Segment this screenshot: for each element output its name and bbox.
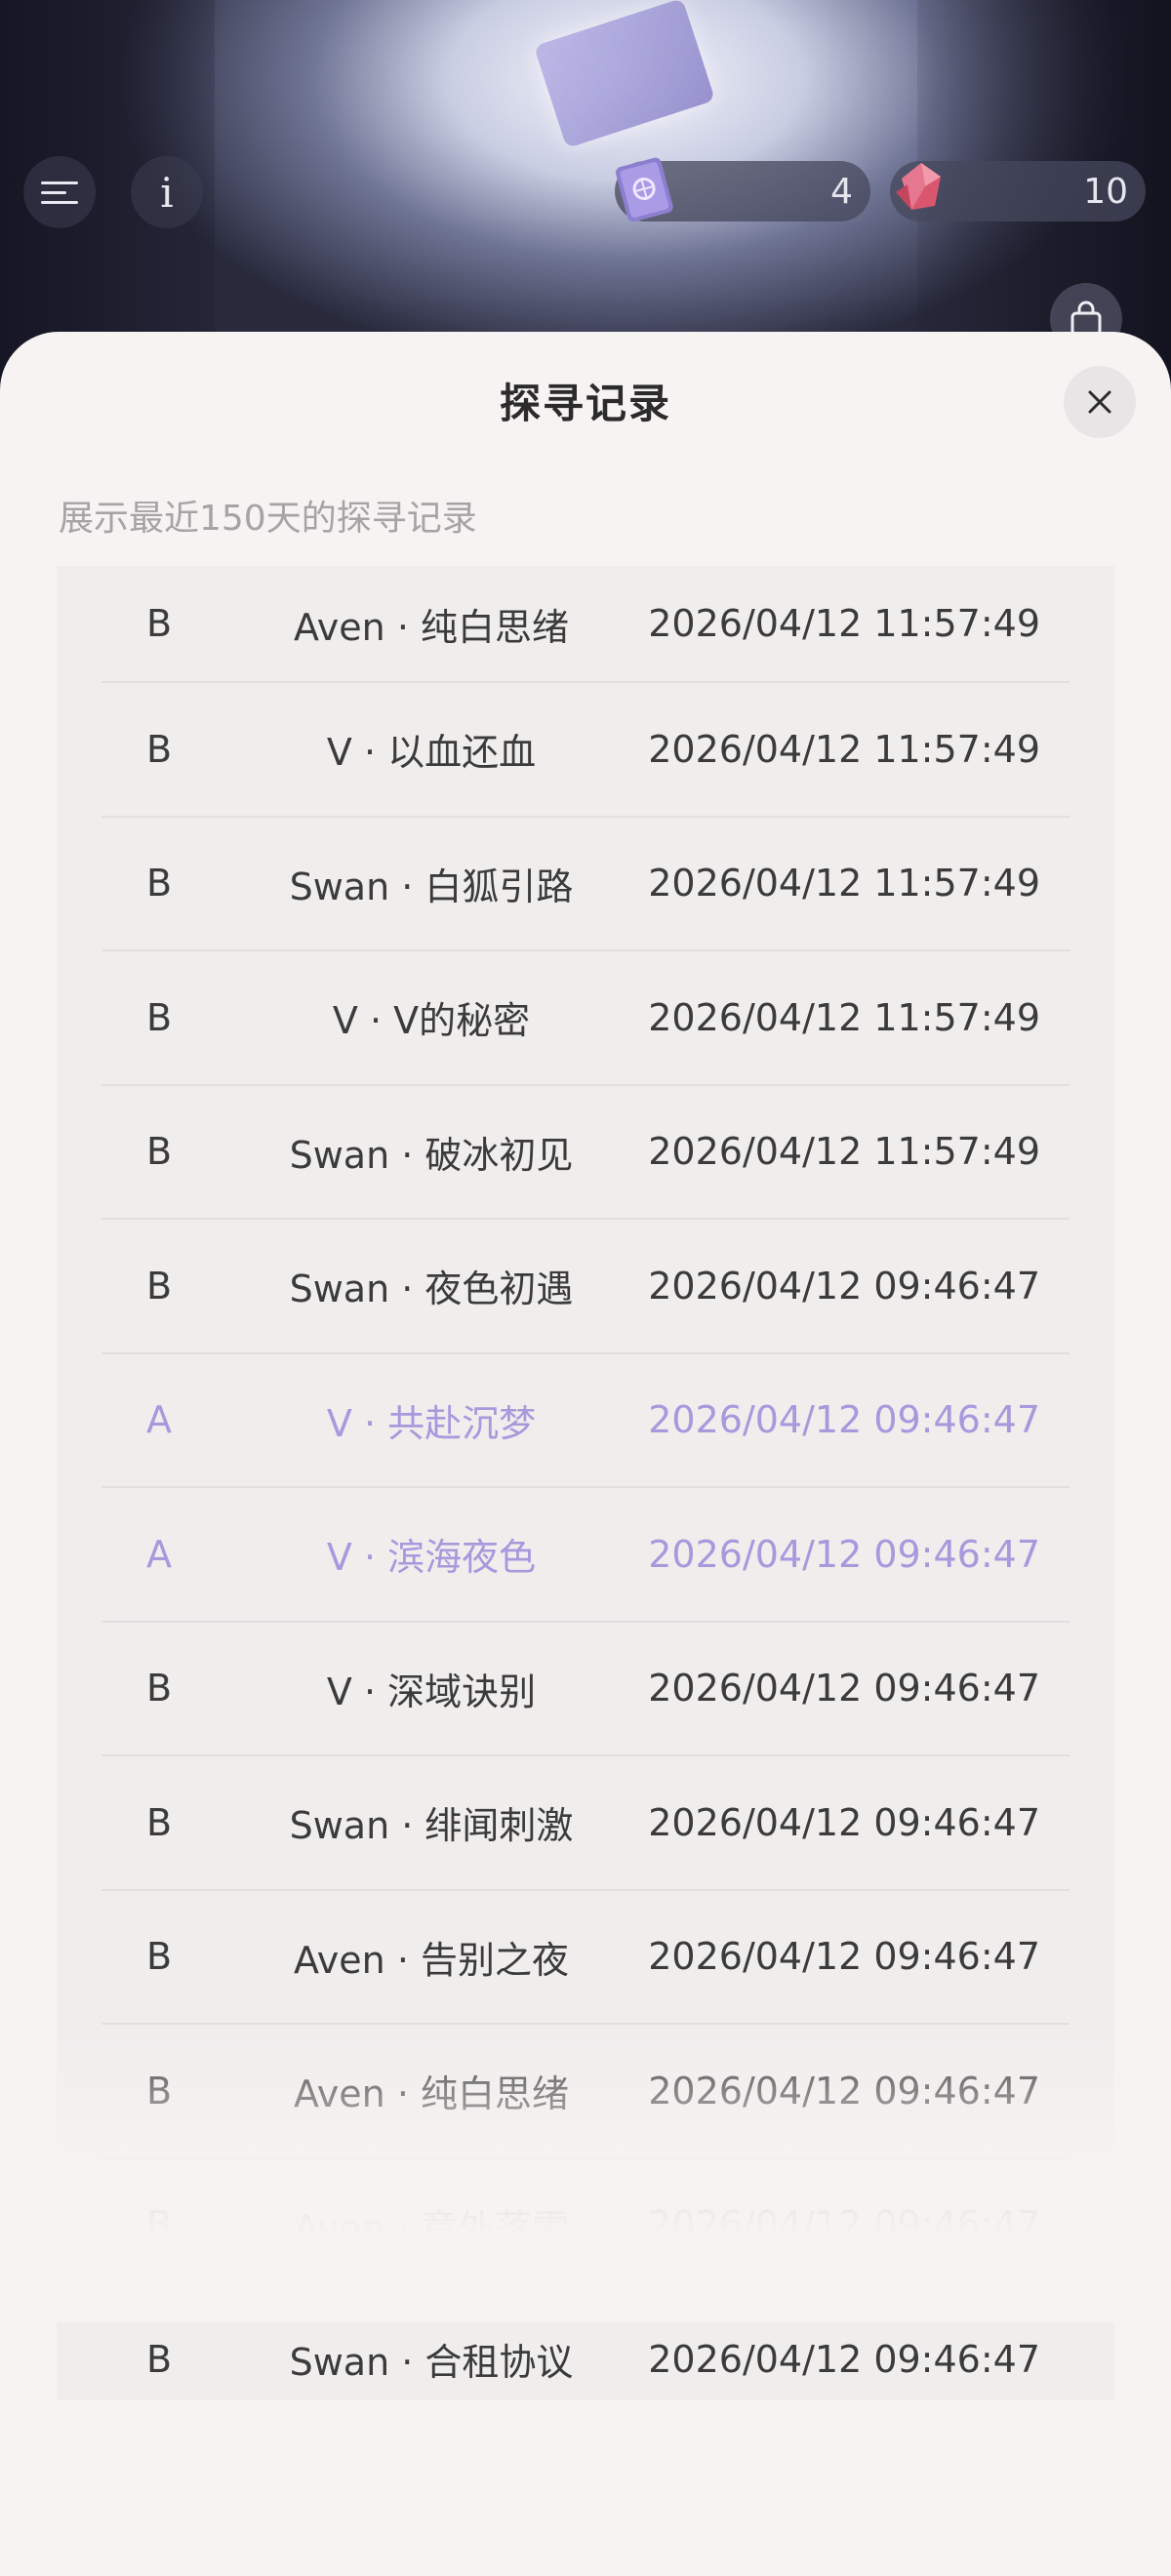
record-grade: B bbox=[145, 1935, 173, 1979]
record-row: B Swan · 绯闻刺激 2026/04/12 09:46:47 bbox=[101, 1756, 1070, 1891]
record-name: V · V的秘密 bbox=[332, 999, 531, 1043]
record-grade: B bbox=[145, 995, 173, 1039]
record-name: Swan · 白狐引路 bbox=[289, 865, 574, 908]
record-time: 2026/04/12 09:46:47 bbox=[648, 1935, 1040, 1979]
menu-button[interactable] bbox=[23, 156, 96, 228]
floating-book-art bbox=[533, 0, 716, 149]
record-grade: B bbox=[145, 1667, 173, 1711]
record-time: 2026/04/12 09:46:47 bbox=[648, 2337, 1040, 2381]
menu-icon bbox=[41, 175, 78, 211]
record-time: 2026/04/12 09:46:47 bbox=[648, 1398, 1040, 1442]
info-button[interactable]: i bbox=[131, 156, 203, 228]
currency-ticket-counter[interactable]: 4 bbox=[615, 157, 870, 222]
record-time: 2026/04/12 09:46:47 bbox=[648, 1800, 1040, 1844]
modal-title: 探寻记录 bbox=[499, 380, 671, 427]
currency-gem-value: 10 bbox=[1083, 171, 1128, 212]
record-row: B V · V的秘密 2026/04/12 11:57:49 bbox=[101, 951, 1070, 1086]
close-button[interactable] bbox=[1064, 366, 1136, 438]
record-grade: B bbox=[145, 1800, 173, 1844]
record-name: Aven · 纯白思绪 bbox=[294, 605, 569, 649]
record-grade: B bbox=[145, 1264, 173, 1308]
info-icon: i bbox=[160, 168, 174, 217]
record-grade: B bbox=[145, 1130, 173, 1174]
record-time: 2026/04/12 09:46:47 bbox=[648, 1532, 1040, 1576]
record-row: A V · 共赴沉梦 2026/04/12 09:46:47 bbox=[101, 1354, 1070, 1488]
record-row: B Swan · 破冰初见 2026/04/12 11:57:49 bbox=[101, 1086, 1070, 1220]
currency-ticket-value: 4 bbox=[830, 171, 853, 212]
record-row: B V · 以血还血 2026/04/12 11:57:49 bbox=[101, 683, 1070, 818]
record-time: 2026/04/12 11:57:49 bbox=[648, 995, 1040, 1039]
record-name: Swan · 破冰初见 bbox=[289, 1133, 574, 1177]
close-icon bbox=[1088, 390, 1111, 414]
record-time: 2026/04/12 11:57:49 bbox=[648, 602, 1040, 645]
record-time: 2026/04/12 11:57:49 bbox=[648, 1130, 1040, 1174]
record-time: 2026/04/12 09:46:47 bbox=[648, 1264, 1040, 1308]
record-name: V · 共赴沉梦 bbox=[326, 1401, 537, 1445]
record-row: B Aven · 纯白思绪 2026/04/12 11:57:49 bbox=[101, 566, 1070, 683]
record-name: Swan · 合租协议 bbox=[289, 2341, 574, 2385]
record-name: Aven · 告别之夜 bbox=[294, 1938, 569, 1982]
record-row: B Swan · 夜色初遇 2026/04/12 09:46:47 bbox=[101, 1220, 1070, 1354]
record-grade: B bbox=[145, 602, 173, 645]
currency-gem-counter[interactable]: 10 bbox=[890, 161, 1146, 221]
record-grade: B bbox=[145, 727, 173, 771]
record-row: A V · 滨海夜色 2026/04/12 09:46:47 bbox=[101, 1488, 1070, 1623]
record-row: B Swan · 白狐引路 2026/04/12 11:57:49 bbox=[101, 818, 1070, 951]
record-name: Swan · 绯闻刺激 bbox=[289, 1804, 574, 1848]
record-name: Swan · 夜色初遇 bbox=[289, 1268, 574, 1311]
record-time: 2026/04/12 11:57:49 bbox=[648, 727, 1040, 771]
record-grade: B bbox=[145, 2337, 173, 2381]
record-grade: A bbox=[146, 1398, 172, 1442]
record-grade: B bbox=[145, 862, 173, 906]
record-time: 2026/04/12 09:46:47 bbox=[648, 1667, 1040, 1711]
record-name: V · 以血还血 bbox=[326, 731, 537, 775]
book-ticket-icon bbox=[615, 157, 673, 222]
record-name: V · 深域诀别 bbox=[326, 1670, 537, 1713]
record-name: V · 滨海夜色 bbox=[326, 1536, 537, 1580]
record-row: B Aven · 告别之夜 2026/04/12 09:46:47 bbox=[101, 1891, 1070, 2025]
modal-subtitle: 展示最近150天的探寻记录 bbox=[59, 499, 477, 539]
record-grade: A bbox=[146, 1532, 172, 1576]
list-fade-overlay bbox=[0, 2030, 1171, 2322]
record-row: B V · 深域诀别 2026/04/12 09:46:47 bbox=[101, 1623, 1070, 1756]
record-time: 2026/04/12 11:57:49 bbox=[648, 862, 1040, 906]
crystal-gem-icon bbox=[896, 163, 941, 210]
records-modal: 探寻记录 展示最近150天的探寻记录 B Aven · 纯白思绪 2026/04/1… bbox=[0, 332, 1171, 2576]
